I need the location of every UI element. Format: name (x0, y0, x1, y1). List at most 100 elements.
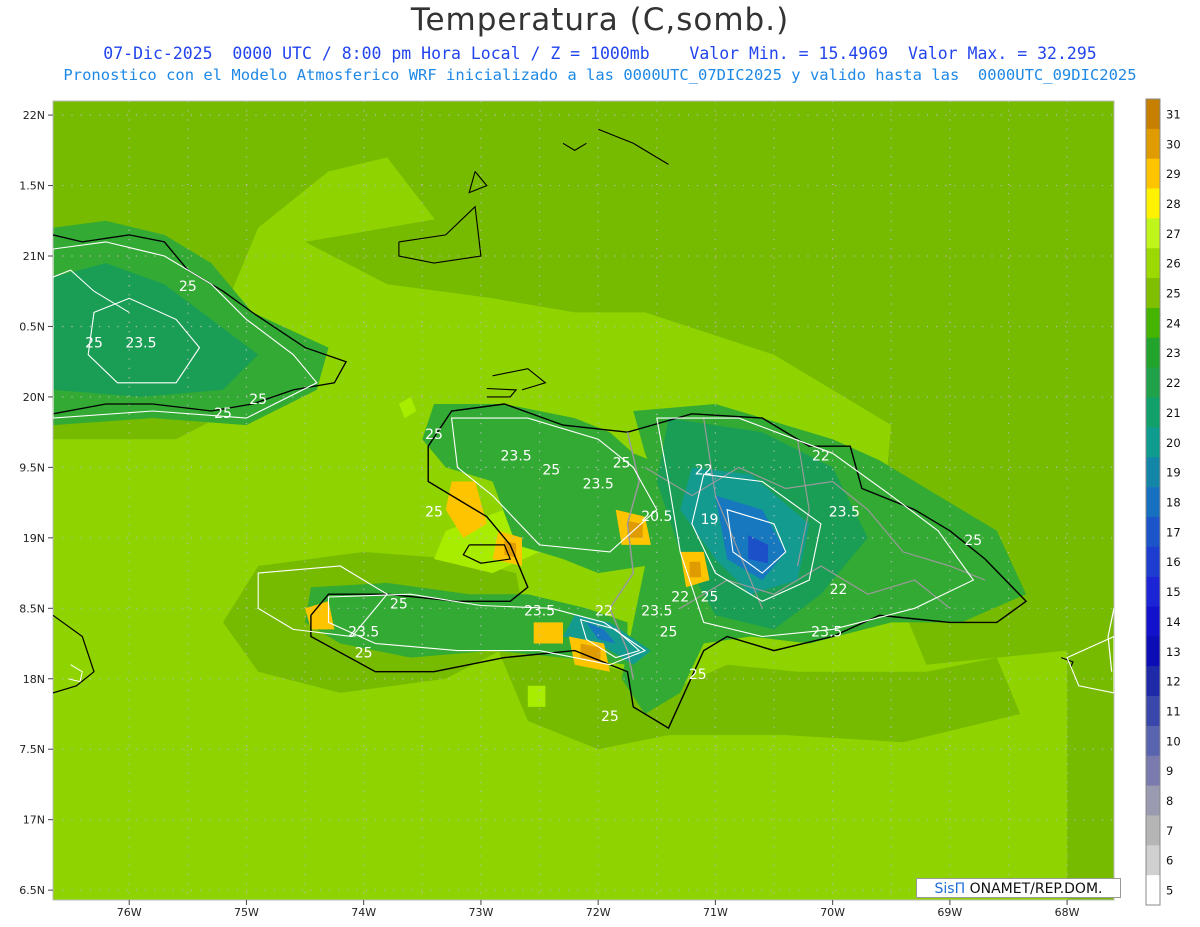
credit-badge: SisΠ ONAMET/REP.DOM. (916, 878, 1121, 898)
contour-label: 25 (601, 709, 619, 725)
colorbar: 31 30 29 28 27 26 25 24 23 22 21 20 19 18 17 16 15 14 13 12… (1145, 98, 1181, 906)
colorbar-label: 23 (1166, 346, 1181, 360)
lat-tick-label: 1.5N (19, 180, 45, 193)
contour-label: 25 (355, 646, 373, 662)
lat-tick-label: 17N (23, 814, 45, 827)
lon-tick-label: 73W (468, 906, 493, 919)
lon-tick-label: 69W (937, 906, 962, 919)
lon-tick-label: 74W (351, 906, 376, 919)
colorbar-swatch (1146, 875, 1160, 906)
colorbar-swatch (1146, 606, 1160, 637)
contour-label: 23.5 (583, 477, 614, 493)
colorbar-swatch (1146, 427, 1160, 458)
credit-text: ONAMET/REP.DOM. (965, 881, 1103, 897)
lon-tick-label: 72W (586, 906, 611, 919)
colorbar-swatch (1146, 576, 1160, 607)
lon-tick-label: 75W (234, 906, 259, 919)
colorbar-label: 7 (1166, 824, 1173, 838)
colorbar-label: 21 (1166, 406, 1181, 420)
contour-label: 23.5 (501, 448, 532, 464)
contour-label: 25 (249, 392, 267, 408)
colorbar-label: 31 (1166, 107, 1181, 121)
contour-label: 19 (701, 512, 719, 528)
colorbar-label: 14 (1166, 615, 1181, 629)
southern-warm-blob (527, 685, 546, 707)
colorbar-label: 8 (1166, 794, 1173, 808)
colorbar-label: 24 (1166, 316, 1181, 330)
lat-tick-label: 9.5N (19, 461, 45, 474)
lon-tick-label: 70W (820, 906, 845, 919)
colorbar-swatch (1146, 845, 1160, 876)
colorbar-swatch (1146, 546, 1160, 577)
lon-tick-label: 76W (117, 906, 142, 919)
colorbar-label: 11 (1166, 704, 1181, 718)
colorbar-label: 26 (1166, 257, 1181, 271)
colorbar-swatch (1146, 188, 1160, 219)
colorbar-swatch (1146, 337, 1160, 368)
lat-tick-label: 21N (23, 250, 45, 263)
colorbar-swatch (1146, 367, 1160, 398)
contour-label: 23.5 (829, 505, 860, 521)
colorbar-swatch (1146, 397, 1160, 428)
colorbar-label: 6 (1166, 854, 1173, 868)
contour-label: 25 (613, 455, 631, 471)
contour-label: 23.5 (348, 624, 379, 640)
contour-label: 22 (595, 603, 613, 619)
contour-label: 23.5 (641, 603, 672, 619)
colorbar-swatch (1146, 278, 1160, 309)
temperature-map: 2525 23.525252523.52523.5222223.52520.5 19… (19, 98, 1181, 919)
colorbar-label: 19 (1166, 466, 1181, 480)
lat-tick-label: 6.5N (19, 884, 45, 897)
contour-label: 22 (671, 589, 689, 605)
colorbar-swatch (1146, 248, 1160, 279)
contour-label: 25 (85, 336, 103, 352)
hotter-spot-1 (689, 561, 702, 578)
colorbar-label: 25 (1166, 287, 1181, 301)
colorbar-swatch (1146, 218, 1160, 249)
colorbar-label: 28 (1166, 197, 1181, 211)
colorbar-swatch (1146, 307, 1160, 339)
colorbar-swatch (1146, 516, 1160, 548)
hot-spot-4 (533, 622, 563, 644)
colorbar-swatch (1146, 725, 1160, 757)
lat-tick-label: 8.5N (19, 602, 45, 615)
colorbar-swatch (1146, 666, 1160, 697)
contour-label: 22 (695, 462, 713, 478)
lat-tick-label: 19N (23, 532, 45, 545)
contour-label: 25 (701, 589, 719, 605)
lat-tick-label: 0.5N (19, 320, 45, 333)
contour-label: 25 (425, 427, 443, 443)
colorbar-swatch (1146, 99, 1160, 130)
colorbar-label: 13 (1166, 645, 1181, 659)
colorbar-swatch (1146, 785, 1160, 816)
colorbar-label: 18 (1166, 496, 1181, 510)
colorbar-swatch (1146, 487, 1160, 518)
colorbar-swatch (1146, 696, 1160, 727)
contour-label: 25 (964, 533, 982, 549)
contour-label: 25 (214, 406, 232, 422)
colorbar-swatch (1146, 636, 1160, 667)
contour-label: 25 (542, 462, 560, 478)
colorbar-label: 27 (1166, 227, 1181, 241)
colorbar-swatch (1146, 158, 1160, 189)
colorbar-label: 20 (1166, 436, 1181, 450)
colorbar-label: 22 (1166, 376, 1181, 390)
colorbar-label: 16 (1166, 555, 1181, 569)
sispi-logo: SisΠ (934, 881, 966, 897)
colorbar-swatch (1146, 128, 1160, 160)
colorbar-label: 29 (1166, 167, 1181, 181)
colorbar-label: 5 (1166, 884, 1173, 898)
lat-tick-label: 22N (23, 109, 45, 122)
contour-label: 25 (179, 279, 197, 295)
temperature-field (53, 101, 1114, 900)
contour-label: 25 (689, 667, 707, 683)
colorbar-swatch (1146, 815, 1160, 846)
colorbar-label: 10 (1166, 734, 1181, 748)
colorbar-label: 12 (1166, 675, 1181, 689)
colorbar-label: 15 (1166, 585, 1181, 599)
lon-tick-label: 71W (703, 906, 728, 919)
contour-label: 25 (660, 624, 678, 640)
colorbar-label: 30 (1166, 137, 1181, 151)
colorbar-label: 9 (1166, 764, 1173, 778)
lat-tick-label: 7.5N (19, 743, 45, 756)
